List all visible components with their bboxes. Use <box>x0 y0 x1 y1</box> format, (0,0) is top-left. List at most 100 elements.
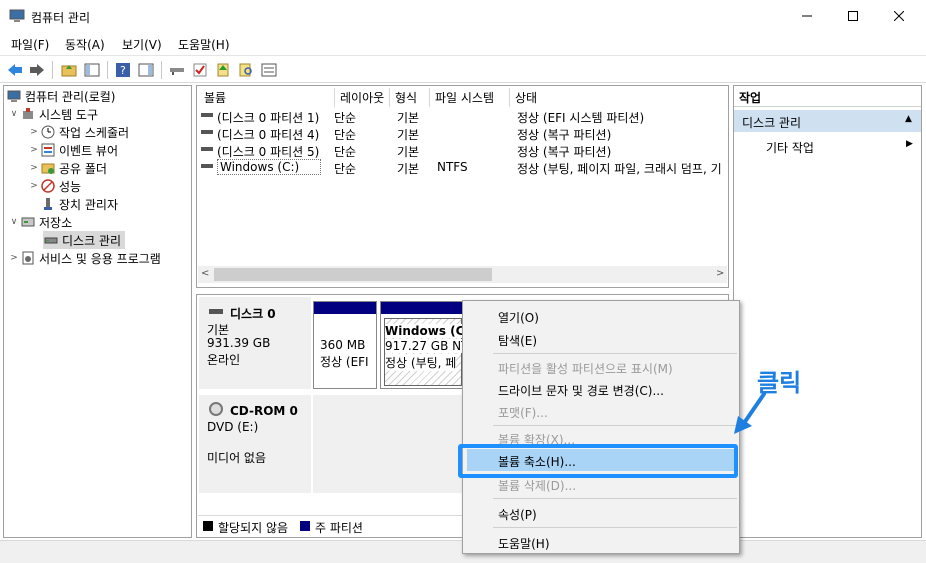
menu-item-explore[interactable]: 탐색(E) <box>498 332 537 349</box>
table-row[interactable]: (디스크 0 파티션 1) 단순 기본 정상 (EFI 시스템 파티션) <box>197 108 727 125</box>
chevron-right-icon[interactable]: > <box>8 253 20 263</box>
title-bar: 컴퓨터 관리 <box>0 0 926 32</box>
show-hide-action-pane-icon[interactable] <box>137 61 155 79</box>
disk-0-name: 디스크 0 <box>230 307 276 321</box>
legend-swatch-primary <box>300 521 310 531</box>
tree-item-performance[interactable]: > 성능 <box>28 177 81 195</box>
toolbar: ? <box>0 55 926 83</box>
tree-item-event-viewer[interactable]: > 이벤트 뷰어 <box>28 141 118 159</box>
tree-item-system-tools[interactable]: ∨ 시스템 도구 <box>8 105 98 123</box>
tree-item-device-manager[interactable]: 장치 관리자 <box>40 195 118 213</box>
cell-layout: 단순 <box>334 145 357 159</box>
back-icon[interactable] <box>6 61 24 79</box>
cell-status: 정상 (복구 파티션) <box>517 145 612 159</box>
chevron-down-icon[interactable]: ∨ <box>8 217 20 227</box>
column-header-status[interactable]: 상태 <box>510 88 728 107</box>
menu-item-open[interactable]: 열기(O) <box>498 309 539 326</box>
up-folder-icon[interactable] <box>60 61 78 79</box>
properties-list-icon[interactable] <box>260 61 278 79</box>
menu-bar: 파일(F) 동작(A) 보기(V) 도움말(H) <box>0 32 926 54</box>
menu-item-help[interactable]: 도움말(H) <box>498 535 550 552</box>
tree-item-computer-management[interactable]: 컴퓨터 관리(로컬) <box>6 87 115 105</box>
partition-bar <box>381 302 463 314</box>
table-row[interactable]: (디스크 0 파티션 5) 단순 기본 정상 (복구 파티션) <box>197 142 727 159</box>
checklist-icon[interactable] <box>191 61 209 79</box>
menu-view[interactable]: 보기(V) <box>122 36 162 53</box>
column-header-volume[interactable]: 볼륨 <box>199 88 335 107</box>
tools-icon <box>20 106 36 122</box>
legend-unallocated: 할당되지 않음 <box>218 521 289 535</box>
menu-item-format[interactable]: 포맷(F)... <box>498 404 548 421</box>
storage-icon <box>20 214 36 230</box>
column-header-type[interactable]: 형식 <box>390 88 430 107</box>
scroll-right-icon[interactable]: > <box>716 268 724 279</box>
actions-more-label: 기타 작업 <box>766 141 814 155</box>
menu-action[interactable]: 동작(A) <box>65 36 105 53</box>
cell-layout: 단순 <box>334 162 357 176</box>
submenu-arrow-icon: ▶ <box>906 139 913 149</box>
chevron-right-icon[interactable]: > <box>28 181 40 191</box>
tree-item-shared-folders[interactable]: > 공유 폴더 <box>28 159 107 177</box>
collapse-up-icon[interactable]: ▲ <box>905 114 912 124</box>
search-page-icon[interactable] <box>237 61 255 79</box>
actions-section-label: 디스크 관리 <box>742 116 802 130</box>
menu-item-change-drive-letter[interactable]: 드라이브 문자 및 경로 변경(C)... <box>498 382 664 399</box>
actions-more[interactable]: 기타 작업 ▶ <box>734 136 921 156</box>
tree-item-label: 이벤트 뷰어 <box>59 143 119 158</box>
chevron-right-icon[interactable]: > <box>28 145 40 155</box>
tree-item-label: 저장소 <box>39 215 73 230</box>
help-icon[interactable]: ? <box>114 61 132 79</box>
context-menu: 열기(O) 탐색(E) 파티션을 활성 파티션으로 표시(M) 드라이브 문자 … <box>462 300 740 554</box>
up-arrow-page-icon[interactable] <box>214 61 232 79</box>
actions-section-disk-management[interactable]: 디스크 관리 ▲ <box>734 110 921 132</box>
table-row[interactable]: Windows (C:) 단순 기본 NTFS 정상 (부팅, 페이지 파일, … <box>197 159 727 176</box>
maximize-button[interactable] <box>830 0 876 32</box>
column-header-filesystem[interactable]: 파일 시스템 <box>430 88 510 107</box>
menu-item-properties[interactable]: 속성(P) <box>498 506 537 523</box>
minimize-button[interactable] <box>784 0 830 32</box>
actions-pane: 작업 디스크 관리 ▲ 기타 작업 ▶ <box>733 85 922 538</box>
partition-status: 정상 (EFI <box>320 355 369 369</box>
tree-item-label: 서비스 및 응용 프로그램 <box>39 251 161 266</box>
tree-item-disk-management[interactable]: 디스크 관리 <box>43 231 126 249</box>
chevron-right-icon[interactable]: > <box>28 163 40 173</box>
menu-item-mark-active[interactable]: 파티션을 활성 파티션으로 표시(M) <box>498 360 673 377</box>
connect-icon[interactable] <box>168 61 186 79</box>
tree-item-label: 장치 관리자 <box>59 197 119 212</box>
show-hide-console-tree-icon[interactable] <box>83 61 101 79</box>
highlight-box <box>458 444 738 478</box>
chevron-right-icon[interactable]: > <box>28 127 40 137</box>
menu-file[interactable]: 파일(F) <box>11 36 49 53</box>
tree-item-label: 작업 스케줄러 <box>59 125 130 140</box>
disk-0-label[interactable]: 디스크 0 기본 931.39 GB 온라인 <box>199 297 311 389</box>
partition-efi[interactable]: 360 MB 정상 (EFI <box>313 301 377 389</box>
chevron-down-icon[interactable]: ∨ <box>8 109 20 119</box>
partition-name: Windows (C: <box>385 324 463 338</box>
cell-type: 기본 <box>397 162 420 176</box>
close-button[interactable] <box>876 0 922 32</box>
cell-volume: (디스크 0 파티션 5) <box>217 145 320 159</box>
cell-status: 정상 (부팅, 페이지 파일, 크래시 덤프, 기 <box>517 162 722 176</box>
performance-icon <box>40 178 56 194</box>
table-row[interactable]: (디스크 0 파티션 4) 단순 기본 정상 (복구 파티션) <box>197 125 727 142</box>
partition-size: 917.27 GB NT <box>385 339 463 353</box>
cell-volume: (디스크 0 파티션 1) <box>217 111 320 125</box>
menu-item-delete-volume[interactable]: 볼륨 삭제(D)... <box>498 477 576 494</box>
tree-item-services[interactable]: > 서비스 및 응용 프로그램 <box>8 249 161 267</box>
partition-size: 360 MB <box>320 338 366 352</box>
computer-management-icon <box>9 9 25 23</box>
scrollbar-thumb[interactable] <box>214 268 492 281</box>
disk-drive-icon <box>209 309 223 314</box>
scroll-left-icon[interactable]: < <box>201 268 209 279</box>
tree-item-task-scheduler[interactable]: > 작업 스케줄러 <box>28 123 129 141</box>
cdrom-label[interactable]: CD-ROM 0 DVD (E:) 미디어 없음 <box>199 395 311 493</box>
column-header-layout[interactable]: 레이아웃 <box>335 88 390 107</box>
tree-item-storage[interactable]: ∨ 저장소 <box>8 213 72 231</box>
forward-icon[interactable] <box>28 61 46 79</box>
horizontal-scrollbar[interactable]: < > <box>198 266 727 283</box>
cell-layout: 단순 <box>334 128 357 142</box>
disk-0-state: 온라인 <box>207 353 241 367</box>
menu-help[interactable]: 도움말(H) <box>178 36 230 53</box>
actions-header: 작업 <box>734 86 921 107</box>
partition-windows-c[interactable]: Windows (C: 917.27 GB NT 정상 (부팅, 페 <box>380 301 464 389</box>
